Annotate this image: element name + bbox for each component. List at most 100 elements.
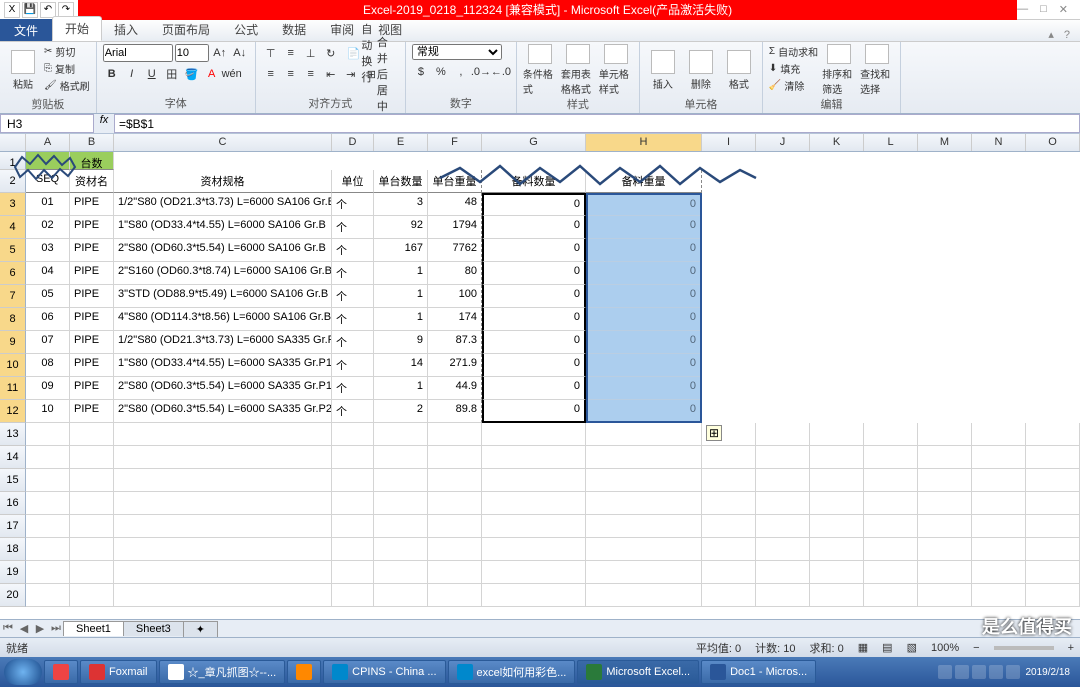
cell[interactable]: 0 [482,377,586,400]
row-header[interactable]: 6 [0,262,26,285]
cell[interactable] [864,584,918,607]
cell[interactable]: 个 [332,216,374,239]
cell[interactable] [1026,538,1080,561]
row-header[interactable]: 16 [0,492,26,515]
cell[interactable]: 单台重量 [428,170,482,193]
cell[interactable] [70,492,114,515]
cell[interactable]: PIPE [70,285,114,308]
cell[interactable] [972,423,1026,446]
cell[interactable]: PIPE [70,354,114,377]
align-left-icon[interactable]: ≡ [262,65,280,83]
cell[interactable]: 04 [26,262,70,285]
cell[interactable] [972,469,1026,492]
cell[interactable] [332,561,374,584]
cell[interactable] [864,515,918,538]
format-button[interactable]: 格式 [722,44,756,96]
cell[interactable] [70,561,114,584]
cell[interactable] [26,469,70,492]
cell[interactable]: 09 [26,377,70,400]
cell[interactable]: PIPE [70,262,114,285]
copy-button[interactable]: ⎘ 复制 [44,61,90,76]
cell[interactable]: 0 [482,193,586,216]
cell[interactable] [810,492,864,515]
cond-format-button[interactable]: 条件格式 [523,44,557,96]
currency-icon[interactable]: $ [412,63,430,81]
cell[interactable] [374,492,428,515]
cell[interactable]: 0 [586,285,702,308]
cell[interactable] [810,561,864,584]
tab-file[interactable]: 文件 [0,19,52,41]
cell[interactable] [70,423,114,446]
clear-button[interactable]: 🧹 清除 [769,78,818,93]
comma-icon[interactable]: , [452,63,470,81]
cell[interactable]: 271.9 [428,354,482,377]
cell[interactable] [586,492,702,515]
cell[interactable] [756,538,810,561]
cell[interactable] [918,492,972,515]
save-icon[interactable]: 💾 [22,2,38,18]
maximize-button[interactable]: □ [1040,3,1047,16]
cell[interactable]: 1/2"S80 (OD21.3*t3.73) L=6000 SA106 Gr.B [114,193,332,216]
delete-button[interactable]: 删除 [684,44,718,96]
cell[interactable]: PIPE [70,331,114,354]
indent-dec-icon[interactable]: ⇤ [322,65,340,83]
cell[interactable] [918,446,972,469]
row-header[interactable]: 14 [0,446,26,469]
cell[interactable] [756,469,810,492]
row-header[interactable]: 7 [0,285,26,308]
cell[interactable] [586,469,702,492]
cell[interactable] [756,492,810,515]
cell[interactable]: 1 [374,308,428,331]
cell[interactable]: PIPE [70,193,114,216]
close-button[interactable]: ✕ [1059,3,1068,16]
cell[interactable] [1026,584,1080,607]
cell[interactable] [374,446,428,469]
cell[interactable]: 10 [26,400,70,423]
cell[interactable] [918,469,972,492]
cell[interactable] [918,584,972,607]
cell[interactable]: 0 [482,262,586,285]
row-header[interactable]: 5 [0,239,26,262]
tab-review[interactable]: 审阅 [318,18,366,41]
cell[interactable] [26,515,70,538]
number-format-select[interactable]: 常规 [412,44,502,60]
cell[interactable] [332,515,374,538]
cell[interactable] [1026,469,1080,492]
col-header[interactable]: D [332,134,374,151]
cell[interactable]: PIPE [70,377,114,400]
inc-decimal-icon[interactable]: .0→ [472,63,490,81]
cell[interactable]: 174 [428,308,482,331]
sheet-prev-icon[interactable]: ◀ [16,622,32,635]
cell[interactable]: 89.8 [428,400,482,423]
cell[interactable]: 个 [332,193,374,216]
cell[interactable]: 0 [586,377,702,400]
sheet-tab-2[interactable]: Sheet3 [123,621,184,636]
cell[interactable] [972,446,1026,469]
taskbar-item[interactable]: ☆_章凡抓图☆--... [159,660,286,684]
cell[interactable] [482,469,586,492]
col-header[interactable]: H [586,134,702,151]
row-header[interactable]: 1 [0,152,26,170]
cell[interactable]: 单位 [332,170,374,193]
cell[interactable] [70,446,114,469]
cell[interactable] [864,492,918,515]
cell[interactable]: 2 [374,400,428,423]
taskbar-item[interactable]: Foxmail [80,660,157,684]
cell[interactable]: 0 [482,285,586,308]
cell[interactable]: 2"S80 (OD60.3*t5.54) L=6000 SA106 Gr.B [114,239,332,262]
cell[interactable] [482,538,586,561]
cell[interactable]: 个 [332,354,374,377]
cell[interactable] [864,561,918,584]
cell[interactable]: 14 [374,354,428,377]
cell[interactable]: 资材名 [70,170,114,193]
cell[interactable]: 0 [586,193,702,216]
zoom-level[interactable]: 100% [931,642,959,654]
cell[interactable]: 0 [586,239,702,262]
cell[interactable]: 2"S80 (OD60.3*t5.54) L=6000 SA335 Gr.P11 [114,377,332,400]
cell[interactable]: 06 [26,308,70,331]
cell[interactable] [374,423,428,446]
cell[interactable]: 单台数量 [374,170,428,193]
align-top-icon[interactable]: ⊤ [262,44,280,62]
cell[interactable] [332,469,374,492]
cell[interactable] [482,423,586,446]
